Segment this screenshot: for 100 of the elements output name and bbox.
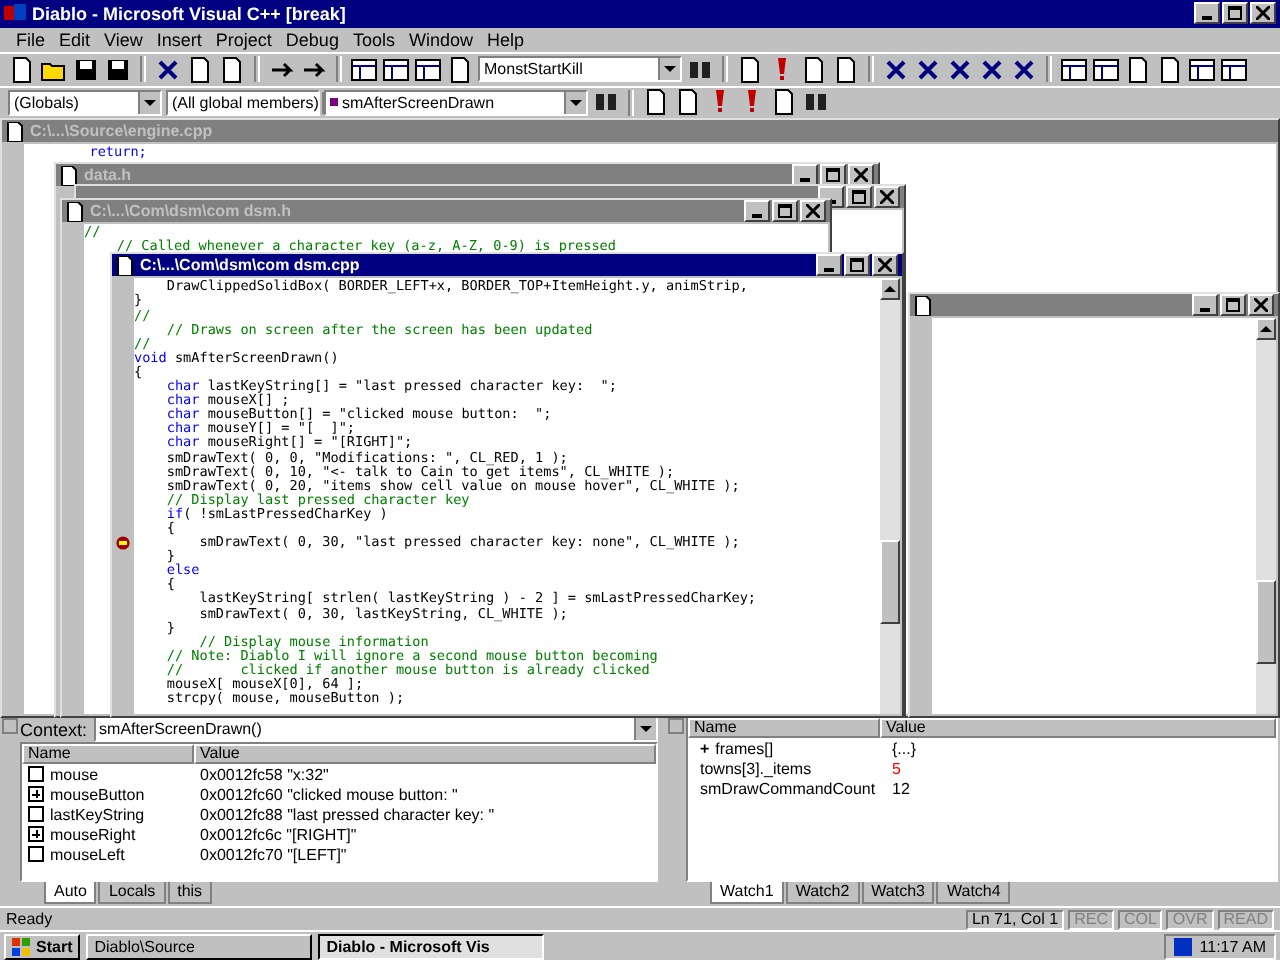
- maximize-button[interactable]: [846, 186, 872, 209]
- save-all-icon[interactable]: [104, 55, 132, 84]
- watch-value: 12: [892, 779, 910, 798]
- document-icon: [116, 255, 134, 276]
- page-icon[interactable]: [800, 55, 828, 84]
- minimize-button[interactable]: [1194, 2, 1220, 25]
- leaf-box-icon[interactable]: [28, 846, 44, 863]
- pane-tab[interactable]: Auto: [44, 882, 97, 905]
- document-icon: [66, 201, 84, 222]
- column-header[interactable]: Name: [688, 718, 880, 739]
- document-icon: [914, 295, 932, 316]
- variable-name: lastKeyString: [50, 805, 145, 824]
- pane-tab[interactable]: Watch2: [785, 882, 860, 905]
- watch-name: towns[3]._items: [700, 759, 812, 778]
- column-header[interactable]: Value: [194, 744, 656, 765]
- close-button[interactable]: [1248, 294, 1274, 317]
- variable-value: 0x0012fc58 "x:32": [200, 765, 329, 784]
- paste-icon[interactable]: [218, 55, 246, 84]
- expand-icon[interactable]: [28, 786, 44, 803]
- expand-icon[interactable]: [28, 826, 44, 843]
- close-button[interactable]: [848, 164, 874, 187]
- column-header[interactable]: Value: [880, 718, 1276, 739]
- taskbar-button[interactable]: Diablo\Source: [86, 933, 313, 960]
- maximize-button[interactable]: [820, 164, 846, 187]
- status-indicator: READ: [1217, 909, 1274, 930]
- save-icon[interactable]: [72, 55, 100, 84]
- minimize-button[interactable]: [744, 200, 770, 223]
- grid-icon[interactable]: [1188, 55, 1216, 84]
- variable-name: mouse: [50, 765, 99, 784]
- member-combo[interactable]: smAfterScreenDrawn: [324, 89, 588, 116]
- find-combo[interactable]: MonstStartKill: [478, 56, 682, 83]
- page-icon[interactable]: [1124, 55, 1152, 84]
- close-button[interactable]: [874, 186, 900, 209]
- document-title: C:\...\Source\engine.cpp: [30, 122, 213, 141]
- grid-icon[interactable]: [1092, 55, 1120, 84]
- minimize-button[interactable]: [1192, 294, 1218, 317]
- window-title: Diablo - Microsoft Visual C++ [break]: [32, 3, 346, 24]
- pane-tab[interactable]: this: [167, 882, 213, 905]
- clock: 11:17 AM: [1199, 937, 1266, 956]
- close-button[interactable]: [872, 254, 898, 277]
- context-combo[interactable]: smAfterScreenDrawn(): [93, 716, 658, 743]
- leaf-box-icon[interactable]: [28, 766, 44, 783]
- page-icon[interactable]: [1156, 55, 1184, 84]
- document-title: data.h: [84, 166, 132, 185]
- menu-item[interactable]: Insert: [156, 29, 202, 50]
- pane-tab[interactable]: Watch1: [710, 882, 784, 905]
- menu-item[interactable]: Window: [408, 29, 473, 50]
- variable-value: 0x0012fc60 "clicked mouse button: ": [200, 785, 458, 804]
- scrollbar[interactable]: [880, 278, 900, 715]
- watch-name: smDrawCommandCount: [700, 779, 876, 798]
- leaf-box-icon[interactable]: [28, 806, 44, 823]
- page-icon[interactable]: [832, 55, 860, 84]
- new-file-icon[interactable]: [8, 55, 36, 84]
- page-icon[interactable]: [770, 88, 798, 117]
- close-button[interactable]: [800, 200, 826, 223]
- status-indicator: COL: [1117, 909, 1163, 930]
- status-indicator: OVR: [1166, 909, 1214, 930]
- document-icon: [60, 165, 78, 186]
- grid-icon[interactable]: [1060, 55, 1088, 84]
- expand-toggle[interactable]: +: [700, 739, 710, 758]
- scrollbar[interactable]: [1256, 318, 1276, 715]
- column-header[interactable]: Name: [22, 744, 194, 765]
- pane-tab[interactable]: Watch3: [861, 882, 935, 905]
- menu-item[interactable]: File: [16, 29, 46, 50]
- maximize-button[interactable]: [1222, 2, 1248, 25]
- status-indicator: REC: [1068, 909, 1114, 930]
- menu-item[interactable]: Debug: [285, 29, 339, 50]
- watch-value: 5: [892, 759, 901, 778]
- watch-value: {...}: [892, 739, 917, 758]
- grid-icon[interactable]: [1220, 55, 1248, 84]
- page-icon[interactable]: [736, 55, 764, 84]
- menu-item[interactable]: Edit: [59, 29, 91, 50]
- maximize-button[interactable]: [844, 254, 870, 277]
- menu-item[interactable]: Tools: [352, 29, 395, 50]
- class-combo[interactable]: (Globals): [8, 89, 162, 116]
- maximize-button[interactable]: [1220, 294, 1246, 317]
- windows-logo-icon: [12, 937, 32, 956]
- menu-item[interactable]: View: [104, 29, 143, 50]
- menu-item[interactable]: Help: [486, 29, 524, 50]
- variable-value: 0x0012fc70 "[LEFT]": [200, 845, 347, 864]
- variable-name: mouseLeft: [50, 845, 125, 864]
- start-button[interactable]: Start: [4, 933, 81, 960]
- variable-value: 0x0012fc88 "last pressed character key: ": [200, 805, 495, 824]
- context-label: Context:: [20, 719, 88, 740]
- close-button[interactable]: [1250, 2, 1276, 25]
- minimize-button[interactable]: [792, 164, 818, 187]
- app-icon: [4, 2, 26, 25]
- variable-name: mouseRight: [50, 825, 136, 844]
- copy-icon[interactable]: [186, 55, 214, 84]
- maximize-button[interactable]: [772, 200, 798, 223]
- pane-tab[interactable]: Locals: [98, 882, 166, 905]
- cursor-position: Ln 71, Col 1: [965, 909, 1065, 930]
- taskbar-button[interactable]: Diablo - Microsoft Vis: [318, 933, 545, 960]
- tray-icon: [1173, 937, 1192, 956]
- pane-tab[interactable]: Watch4: [936, 882, 1011, 905]
- menu-item[interactable]: Project: [215, 29, 272, 50]
- document-icon: [6, 121, 24, 142]
- filter-combo[interactable]: (All global members): [166, 89, 320, 116]
- minimize-button[interactable]: [816, 254, 842, 277]
- breakpoint-icon: [116, 536, 132, 551]
